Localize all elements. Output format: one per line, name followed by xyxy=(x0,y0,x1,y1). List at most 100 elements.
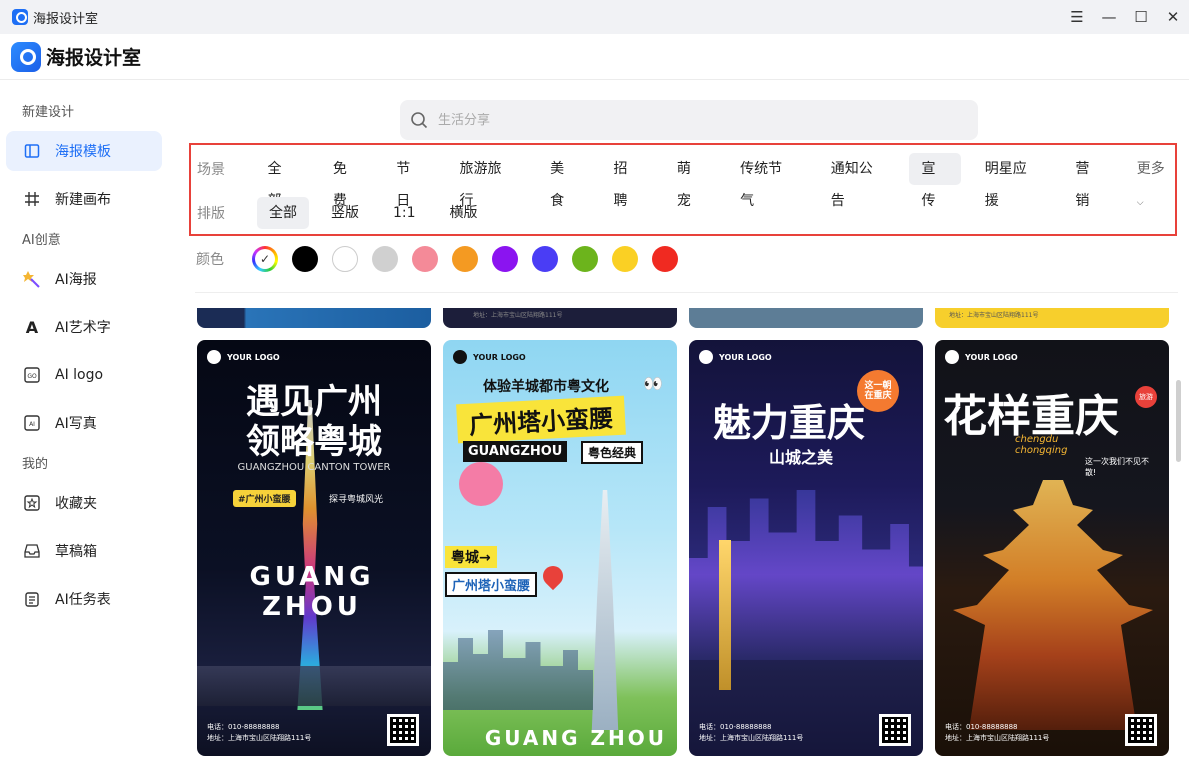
scene-chip[interactable]: 明星应援 xyxy=(973,153,1052,209)
sidebar-item-ai-tasks[interactable]: AI任务表 xyxy=(6,579,162,619)
scene-chip[interactable]: 招聘 xyxy=(602,153,653,209)
color-swatch-pink[interactable] xyxy=(412,246,438,272)
scene-chip[interactable]: 节日 xyxy=(384,153,435,209)
qr-code-icon xyxy=(387,714,419,746)
city-skyline xyxy=(197,666,431,706)
scene-chip[interactable]: 免费 xyxy=(321,153,372,209)
color-swatch-blue[interactable] xyxy=(532,246,558,272)
maximize-icon[interactable]: ☐ xyxy=(1125,0,1157,34)
more-filters-button[interactable]: 更多 ⌵ xyxy=(1137,153,1175,208)
poster-logo: YOUR LOGO xyxy=(945,350,1018,364)
poster-contact: 电话：010-88888888 地址：上海市宝山区陆翔路111号 xyxy=(699,723,804,742)
sidebar-item-poster-templates[interactable]: 海报模板 xyxy=(6,131,162,171)
layout-chip[interactable]: 竖版 xyxy=(319,197,371,229)
sidebar-item-label: AI logo xyxy=(55,367,104,383)
sidebar-item-label: AI写真 xyxy=(55,416,97,432)
scene-chip[interactable]: 营销 xyxy=(1063,153,1114,209)
layout-filter-row: 排版 全部 竖版 1:1 横版 xyxy=(197,197,490,229)
poster-card-partial[interactable] xyxy=(197,308,431,328)
poster-card-partial[interactable]: 地址：上海市宝山区陆翔路111号 xyxy=(443,308,677,328)
check-icon: ✓ xyxy=(255,249,275,269)
sidebar-item-ai-logo[interactable]: GO AI logo xyxy=(6,355,162,395)
scene-chip-selected[interactable]: 宣传 xyxy=(909,153,961,209)
scene-chip[interactable]: 美食 xyxy=(538,153,589,209)
svg-text:AI: AI xyxy=(29,421,35,428)
logo-dot-icon xyxy=(699,350,713,364)
drafts-inbox-icon xyxy=(23,542,41,560)
logo-dot-icon xyxy=(207,350,221,364)
scene-filter-label: 场景 xyxy=(197,162,225,178)
color-swatch-rainbow[interactable]: ✓ xyxy=(252,246,278,272)
poster-logo: YOUR LOGO xyxy=(699,350,772,364)
poster-card[interactable]: YOUR LOGO 花样重庆 旅游 chengdu chongqing 这一次我… xyxy=(935,340,1169,756)
color-swatch-purple[interactable] xyxy=(492,246,518,272)
poster-subtitle: GUANGZHOU xyxy=(463,441,568,462)
logo-dot-icon xyxy=(453,350,467,364)
sidebar-item-label: 草稿箱 xyxy=(55,544,97,560)
sidebar-item-label: AI任务表 xyxy=(55,592,111,608)
color-swatch-gray[interactable] xyxy=(372,246,398,272)
poster-contact: 电话：010-88888888 地址：上海市宝山区陆翔路111号 xyxy=(207,723,312,742)
color-swatch-green[interactable] xyxy=(572,246,598,272)
scene-chip[interactable]: 全部 xyxy=(256,153,307,209)
layout-chip[interactable]: 横版 xyxy=(438,197,490,229)
favorites-star-icon xyxy=(23,494,41,512)
sidebar-item-ai-text[interactable]: A AI艺术字 xyxy=(6,307,162,347)
pavilion-illustration xyxy=(953,480,1153,730)
sidebar-section-mine: 我的 xyxy=(22,457,49,472)
bridge-illustration xyxy=(719,540,731,690)
color-swatch-orange[interactable] xyxy=(452,246,478,272)
color-swatch-black[interactable] xyxy=(292,246,318,272)
logo-dot-icon xyxy=(945,350,959,364)
search-input[interactable] xyxy=(438,112,938,128)
scene-chip[interactable]: 萌宠 xyxy=(665,153,716,209)
sidebar-item-label: AI海报 xyxy=(55,272,97,288)
city-skyline xyxy=(443,630,593,710)
poster-headline: 体验羊城都市粤文化 xyxy=(483,379,609,395)
color-swatch-yellow[interactable] xyxy=(612,246,638,272)
sidebar-item-label: 海报模板 xyxy=(55,144,111,160)
poster-template-icon xyxy=(23,142,41,160)
scene-chip[interactable]: 旅游旅行 xyxy=(448,153,527,209)
divider xyxy=(195,292,1178,293)
poster-tag-secondary: 这一次我们不见不散! xyxy=(1085,457,1149,477)
location-pin-icon xyxy=(538,561,568,591)
minimize-icon[interactable]: — xyxy=(1093,0,1125,34)
poster-card-partial[interactable] xyxy=(689,308,923,328)
app-logo-icon xyxy=(12,9,28,25)
sidebar-item-drafts[interactable]: 草稿箱 xyxy=(6,531,162,571)
color-swatch-red[interactable] xyxy=(652,246,678,272)
poster-tag: 这一朝在重庆 xyxy=(857,370,899,412)
poster-card[interactable]: YOUR LOGO 魅力重庆 山城之美 这一朝在重庆 电话：010-888888… xyxy=(689,340,923,756)
scrollbar-thumb[interactable] xyxy=(1176,380,1181,462)
sidebar-item-ai-poster[interactable]: AI海报 xyxy=(6,259,162,299)
search-icon xyxy=(411,112,428,129)
poster-title: 广州塔小蛮腰 xyxy=(456,395,626,444)
search-bar[interactable] xyxy=(400,100,978,140)
sidebar-item-label: AI艺术字 xyxy=(55,320,111,336)
poster-card-partial[interactable]: 地址：上海市宝山区陆翔路111号 xyxy=(935,308,1169,328)
scene-chip[interactable]: 通知公告 xyxy=(819,153,898,209)
sidebar-item-label: 收藏夹 xyxy=(55,496,97,512)
menu-icon[interactable]: ☰ xyxy=(1061,0,1093,34)
poster-card[interactable]: YOUR LOGO 遇见广州 领略粤城 GUANGZHOU CANTON TOWE… xyxy=(197,340,431,756)
close-icon[interactable]: ✕ xyxy=(1157,0,1189,34)
poster-address: 地址：上海市宝山区陆翔路111号 xyxy=(949,312,1039,319)
poster-big-text: GUANG ZHOU xyxy=(484,726,667,750)
scene-chip[interactable]: 传统节气 xyxy=(728,153,807,209)
window-title: 海报设计室 xyxy=(33,11,99,27)
color-swatch-white[interactable] xyxy=(332,246,358,272)
poster-tag: 粤色经典 xyxy=(581,441,644,464)
layout-chip[interactable]: 1:1 xyxy=(381,197,428,229)
sidebar-item-ai-portrait[interactable]: AI AI写真 xyxy=(6,403,162,443)
poster-card[interactable]: YOUR LOGO 体验羊城都市粤文化 广州塔小蛮腰 GUANGZHOU 粤色经… xyxy=(443,340,677,756)
layout-chip-selected[interactable]: 全部 xyxy=(257,197,309,229)
app-logo-icon xyxy=(11,41,41,72)
sidebar-item-new-canvas[interactable]: 新建画布 xyxy=(6,179,162,219)
chevron-down-icon: ⌵ xyxy=(1136,198,1144,208)
svg-text:GO: GO xyxy=(27,373,37,380)
sidebar-item-favorites[interactable]: 收藏夹 xyxy=(6,483,162,523)
canvas-grid-icon xyxy=(23,190,41,208)
poster-title: 遇见广州 领略粤城 xyxy=(246,382,382,462)
layout-filter-label: 排版 xyxy=(197,206,225,222)
